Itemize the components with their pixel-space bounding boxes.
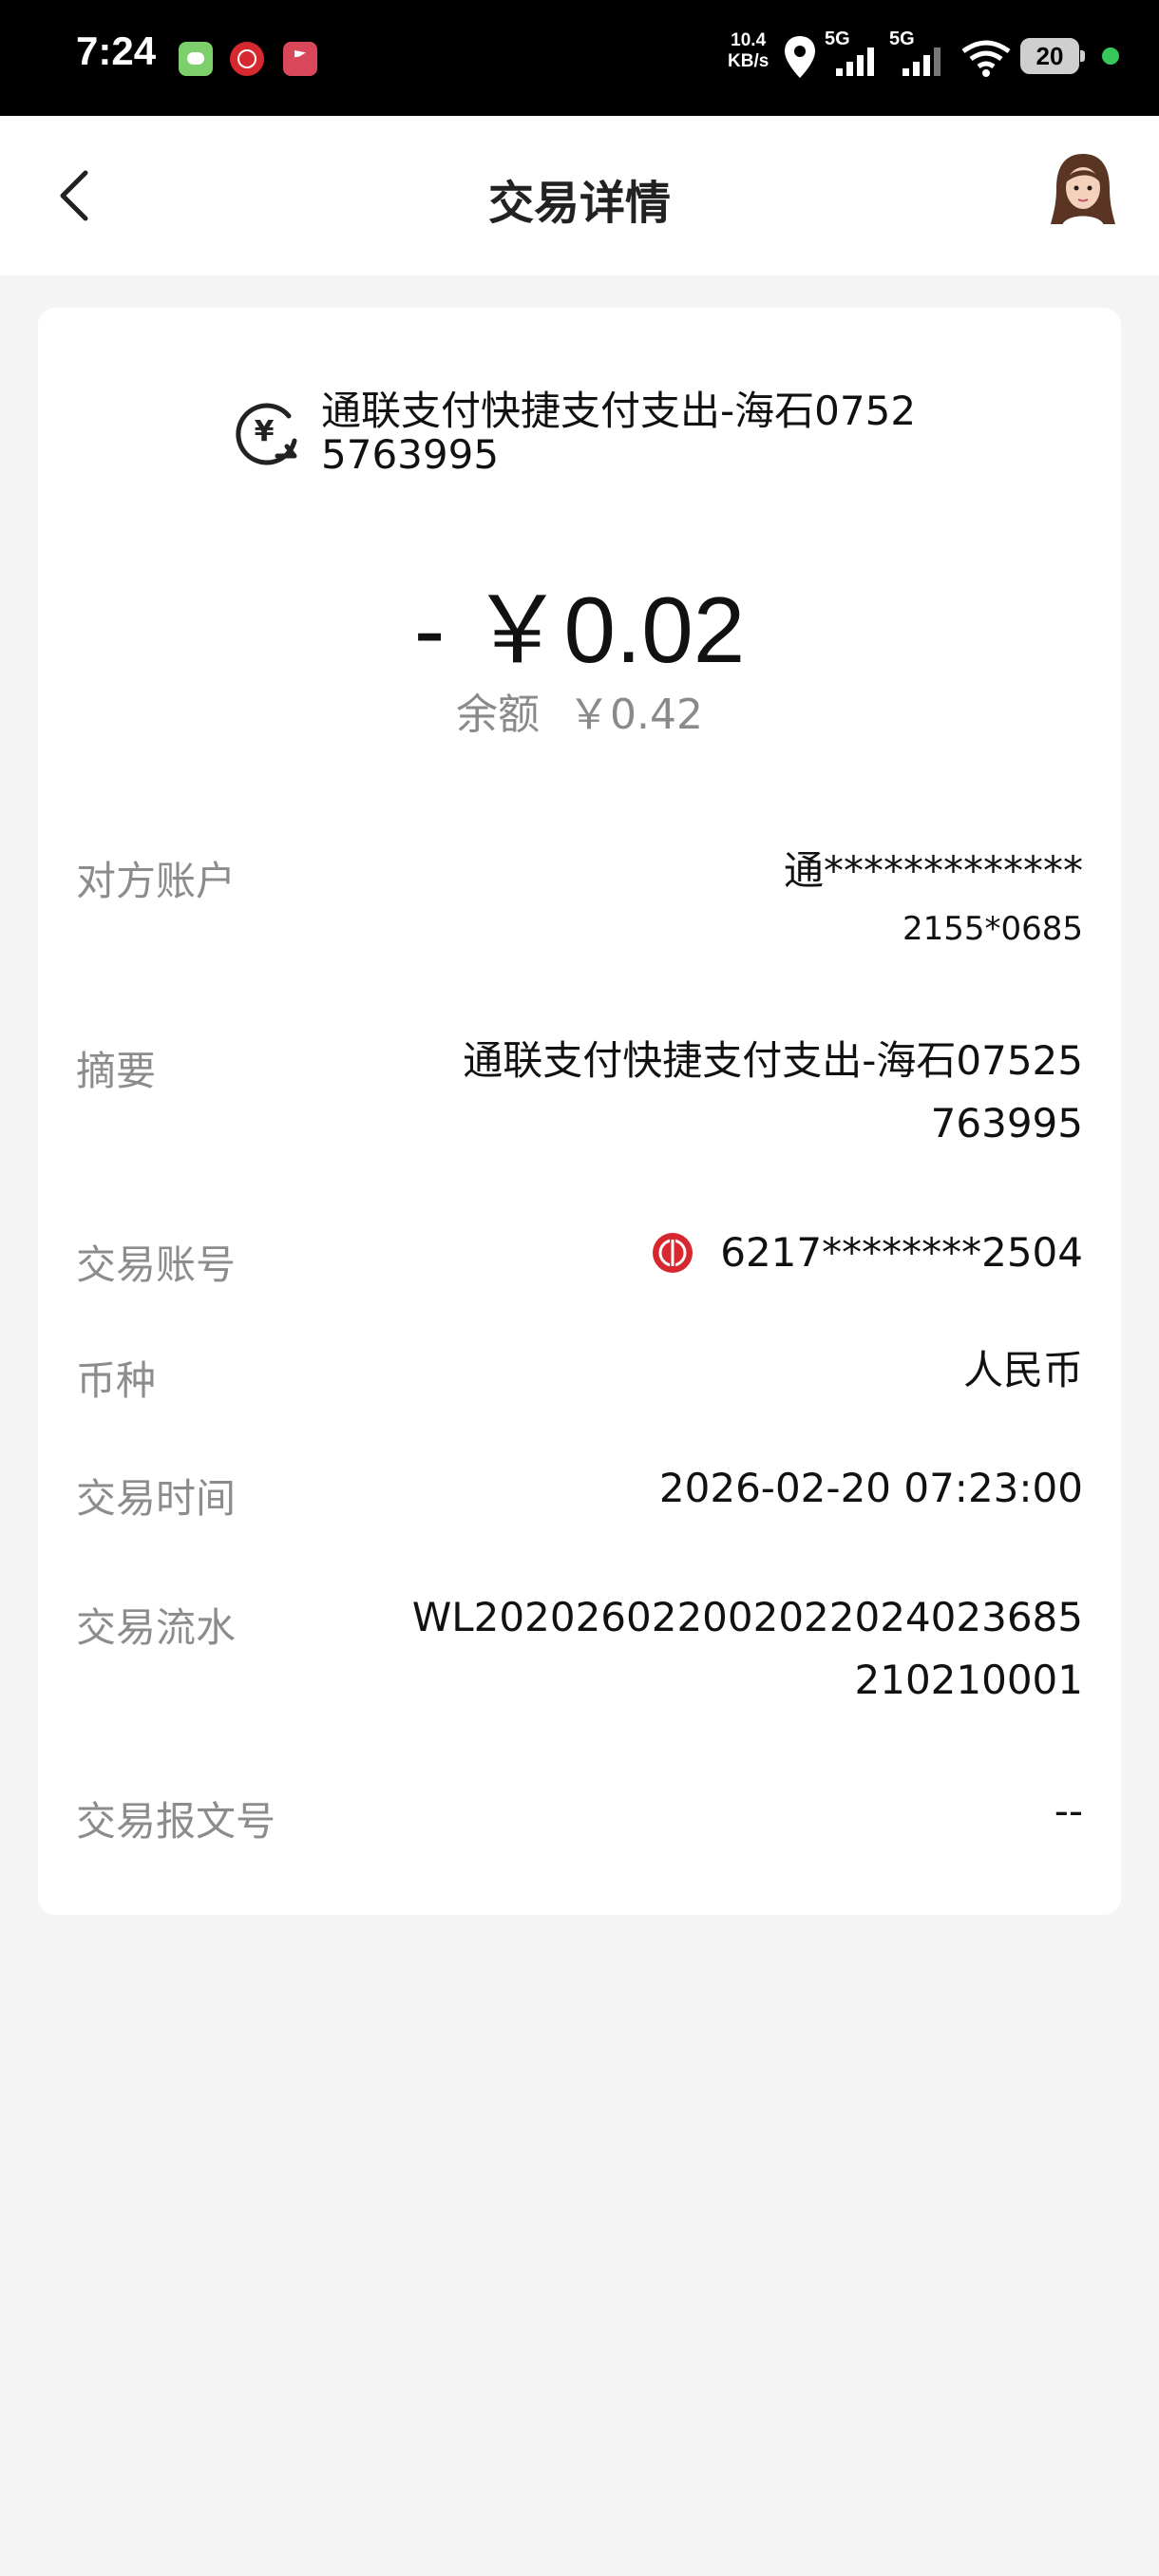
serial-number-line1: WL202026022002022024023685 — [411, 1594, 1083, 1640]
battery-indicator: 20 — [1020, 38, 1085, 74]
counterparty-account-label: 对方账户 — [76, 858, 237, 904]
transaction-description: 通联支付快捷支付支出-海石07525763995 — [321, 388, 917, 478]
counterparty-account-value: 通************* 2155*0685 — [784, 840, 1083, 956]
transaction-amount: - ￥0.02 — [413, 578, 746, 682]
location-icon — [785, 36, 815, 78]
message-number-value: -- — [1054, 1788, 1083, 1834]
counterparty-account-sub: 2155*0685 — [902, 910, 1083, 948]
serial-number-value: WL202026022002022024023685 210210001 — [412, 1586, 1083, 1712]
transaction-account-value: 6217********2504 — [652, 1222, 1083, 1284]
balance-label: 余额 — [456, 691, 541, 739]
svg-text:¥: ¥ — [255, 415, 275, 448]
bank-logo-icon — [653, 1233, 694, 1273]
currency-value: 人民币 — [962, 1347, 1083, 1393]
transaction-card: ¥ 通联支付快捷支付支出-海石07525763995 - ￥0.02 余额 ￥0.… — [38, 308, 1121, 1915]
message-number-label: 交易报文号 — [76, 1798, 276, 1845]
serial-number-line2: 210210001 — [854, 1657, 1084, 1703]
summary-value: 通联支付快捷支付支出-海石07525 763995 — [463, 1030, 1083, 1155]
serial-number-label: 交易流水 — [76, 1604, 237, 1651]
chat-notification-icon — [179, 42, 213, 76]
charging-dot-icon — [1102, 47, 1119, 65]
status-bar: 7:24 10.4 KB/s 5G 5G 20 — [0, 0, 1159, 116]
page-title: 交易详情 — [487, 177, 671, 230]
balance-line: 余额 ￥0.42 — [38, 680, 1121, 741]
currency-label: 币种 — [76, 1357, 157, 1404]
flag-notification-icon — [283, 42, 317, 76]
signal-1-icon — [836, 47, 874, 76]
bank-notification-icon — [230, 42, 264, 76]
network-speed: 10.4 KB/s — [728, 30, 769, 72]
network-speed-unit: KB/s — [728, 51, 770, 71]
transaction-account-label: 交易账号 — [76, 1241, 237, 1288]
network-speed-value: 10.4 — [731, 30, 767, 50]
transaction-time-label: 交易时间 — [76, 1475, 237, 1522]
counterparty-account-main: 通************* — [783, 847, 1083, 894]
summary-value-line1: 通联支付快捷支付支出-海石07525 — [463, 1037, 1083, 1084]
avatar[interactable] — [1049, 150, 1117, 226]
balance-value: ￥0.42 — [568, 691, 703, 739]
nav-bar: 交易详情 — [0, 116, 1159, 275]
transaction-account-number: 6217********2504 — [720, 1229, 1083, 1276]
yuan-exchange-icon: ¥ — [236, 403, 297, 465]
signal-2-icon — [902, 47, 940, 76]
summary-value-line2: 763995 — [930, 1100, 1083, 1146]
wifi-icon — [961, 40, 1011, 77]
transaction-time-value: 2026-02-20 07:23:00 — [658, 1465, 1083, 1511]
status-time: 7:24 — [76, 28, 157, 73]
summary-label: 摘要 — [76, 1048, 157, 1094]
